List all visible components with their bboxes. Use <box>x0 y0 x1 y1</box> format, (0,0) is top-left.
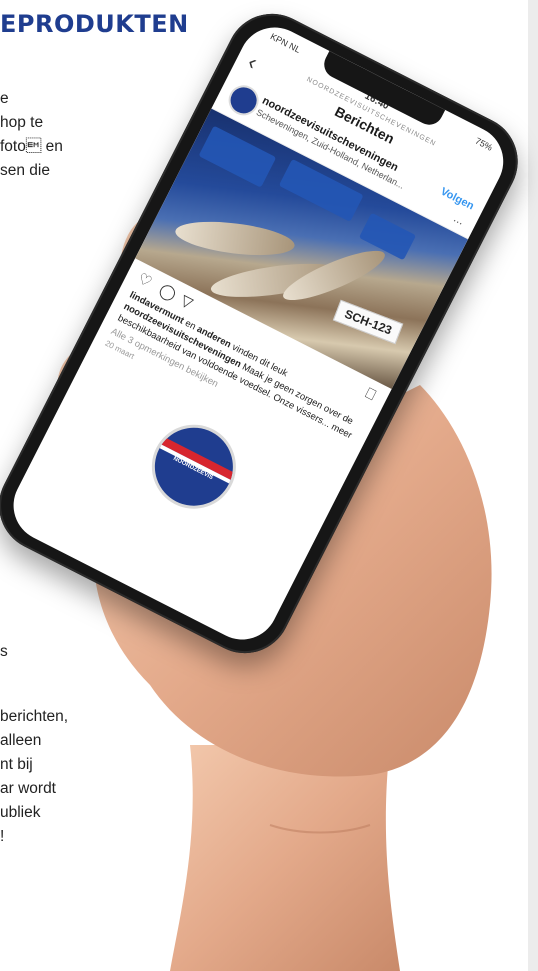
bookmark-icon[interactable]: ⎕ <box>363 385 379 404</box>
crate-shape <box>198 125 277 188</box>
logo-stripe-white <box>159 444 231 484</box>
brand-logo: NOORDZEEVIS <box>137 410 251 524</box>
article-fragment: s <box>0 643 8 660</box>
text-line: e <box>0 90 9 107</box>
text-line: foto en <box>0 138 63 155</box>
share-icon[interactable]: ▽ <box>178 291 196 312</box>
photo-label: SCH-123 <box>332 299 404 345</box>
text-line: hop te <box>0 114 44 131</box>
heart-icon[interactable]: ♡ <box>135 269 155 291</box>
fish-shape <box>173 216 297 261</box>
more-options-icon[interactable]: ... <box>452 211 467 228</box>
text-line: sen die <box>0 162 50 179</box>
article-heading: EPRODUKTEN <box>0 10 189 38</box>
comment-icon[interactable]: ◯ <box>156 280 179 304</box>
article-paragraph-top: e hop te foto en sen die <box>0 87 63 183</box>
